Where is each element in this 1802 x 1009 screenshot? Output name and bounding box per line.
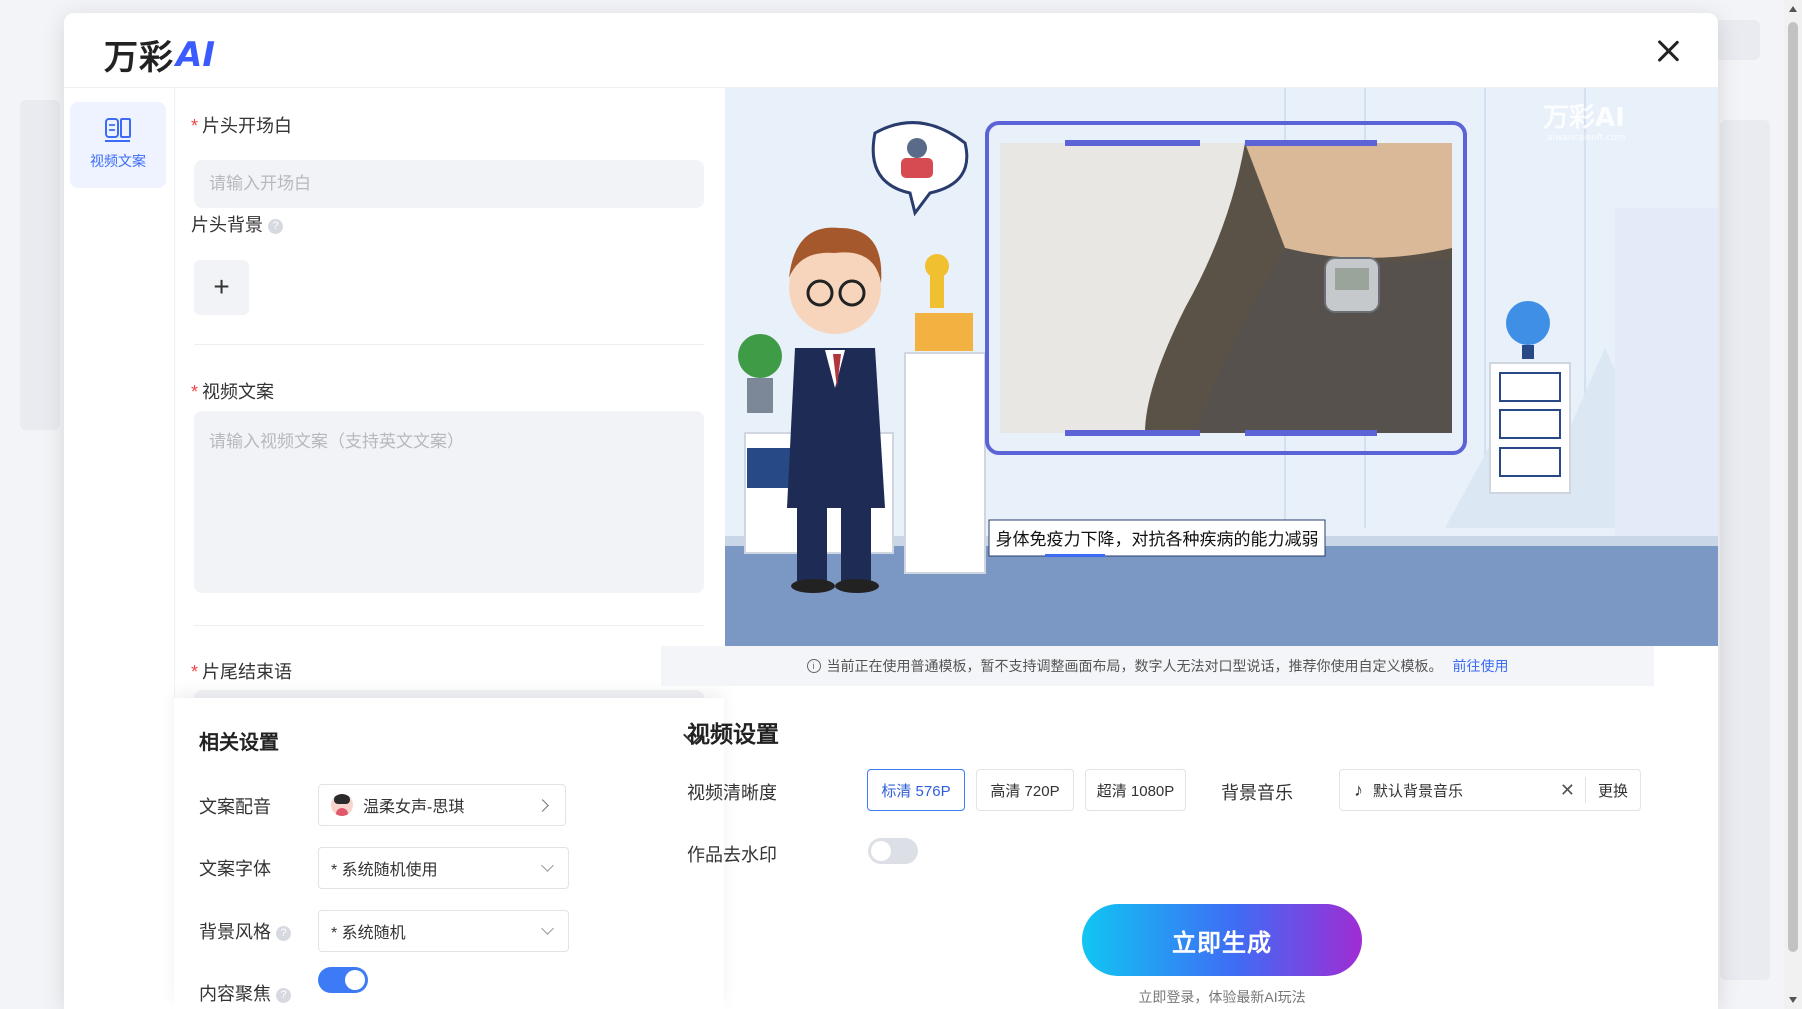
script-label-text: 视频文案 [202, 382, 275, 402]
template-notice: i 当前正在使用普通模板，暂不支持调整画面布局，数字人无法对口型说话，推荐你使用… [661, 646, 1654, 686]
script-textarea[interactable] [194, 411, 704, 593]
logo-ai-mark: AI [176, 34, 215, 75]
music-value: 默认背景音乐 [1373, 782, 1464, 800]
ending-label: * 片尾结束语 [191, 658, 292, 684]
music-note-icon: ♪ [1354, 779, 1363, 800]
required-mark: * [191, 382, 199, 402]
notice-text: 当前正在使用普通模板，暂不支持调整画面布局，数字人无法对口型说话，推荐你使用自定… [826, 658, 1443, 674]
style-label: 背景风格? [199, 918, 291, 944]
generate-subtext[interactable]: 立即登录，体验最新AI玩法 [1082, 987, 1362, 1007]
settings-title: 相关设置 [199, 732, 279, 754]
preview-subtitle: 身体免疫力下降，对抗各种疾病的能力减弱 [996, 530, 1319, 550]
style-value: * 系统随机 [331, 925, 406, 942]
script-form: *片头开场白 片头背景? + *视频文案 *片尾结束语 [174, 88, 724, 698]
quality-label: 视频清晰度 [687, 783, 777, 803]
notice-link[interactable]: 前往使用 [1453, 656, 1509, 676]
preview-watermark: 万彩AI [1543, 103, 1625, 133]
bg-label-text: 片头背景 [191, 215, 263, 235]
focus-label: 内容聚焦? [199, 980, 291, 1006]
video-settings-title: 视频设置 [687, 721, 779, 747]
ending-label-text: 片尾结束语 [202, 662, 293, 682]
modal-header: 万彩 AI [64, 13, 1718, 88]
sidebar: 视频文案 [64, 88, 175, 1009]
page-scrollbar[interactable] [1784, 0, 1802, 1009]
logo-text: 万彩 [104, 38, 174, 78]
voice-select[interactable]: 温柔女声-思琪 [318, 784, 566, 826]
style-select[interactable]: * 系统随机 [318, 910, 569, 952]
brand-logo: 万彩 AI [104, 30, 215, 79]
help-icon[interactable]: ? [268, 218, 283, 234]
font-value: * 系统随机使用 [331, 862, 438, 879]
sidebar-item-label: 视频文案 [90, 153, 146, 169]
music-selector: ♪ 默认背景音乐 ✕ 更换 [1339, 769, 1641, 811]
scroll-down-icon[interactable] [1789, 997, 1797, 1003]
quality-1080p-button[interactable]: 超清 1080P [1085, 769, 1186, 811]
bg-label: 片头背景? [191, 211, 283, 237]
background-ghost [1720, 120, 1770, 980]
generate-button[interactable]: 立即生成 [1082, 904, 1362, 976]
opening-label: * 片头开场白 [191, 112, 292, 138]
help-icon[interactable]: ? [276, 987, 291, 1003]
clear-music-icon[interactable]: ✕ [1560, 780, 1575, 801]
chevron-down-icon [541, 859, 554, 872]
change-music-button[interactable]: 更换 [1586, 780, 1640, 801]
font-select[interactable]: * 系统随机使用 [318, 847, 569, 889]
avatar [331, 794, 353, 816]
music-label: 背景音乐 [1221, 783, 1293, 803]
required-mark: * [191, 662, 199, 682]
ending-input[interactable] [194, 690, 704, 698]
divider [194, 344, 704, 345]
scrollbar-thumb[interactable] [1788, 22, 1798, 952]
style-label-text: 背景风格 [199, 922, 271, 942]
content-focus-toggle[interactable] [318, 967, 368, 993]
close-icon[interactable] [1652, 35, 1684, 67]
info-icon: i [806, 659, 821, 673]
script-label: * 视频文案 [191, 378, 274, 404]
video-preview: 万彩AI aiwancaisoft.com 身体免疫力下降，对抗各种疾病的能力减… [725, 88, 1718, 646]
voice-label: 文案配音 [199, 797, 271, 817]
sidebar-item-video-script[interactable]: 视频文案 [70, 102, 166, 188]
scroll-up-icon[interactable] [1789, 6, 1797, 12]
quality-576p-button[interactable]: 标清 576P [867, 769, 965, 811]
help-icon[interactable]: ? [276, 925, 291, 941]
add-background-button[interactable]: + [194, 260, 249, 315]
opening-label-text: 片头开场白 [202, 116, 293, 136]
required-mark: * [191, 116, 199, 136]
focus-label-text: 内容聚焦 [199, 984, 271, 1004]
quality-720p-button[interactable]: 高清 720P [976, 769, 1074, 811]
watermark-label: 作品去水印 [687, 845, 777, 865]
chevron-down-icon [541, 922, 554, 935]
divider [194, 625, 704, 626]
chevron-right-icon [536, 799, 549, 812]
related-settings-panel: 相关设置 文案配音 温柔女声-思琪 文案字体 * 系统随机使用 背景风格? * … [174, 698, 724, 1009]
voice-value: 温柔女声-思琪 [363, 799, 465, 816]
preview-watermark-sub: aiwancaisoft.com [1547, 133, 1625, 143]
mic-script-icon [70, 116, 166, 149]
preview-scene: 万彩AI aiwancaisoft.com 身体免疫力下降，对抗各种疾病的能力减… [725, 88, 1718, 646]
video-generation-modal: 万彩 AI 视频文案 *片头开场白 片头背景? + *视频文案 [64, 13, 1718, 1009]
font-label: 文案字体 [199, 859, 271, 879]
opening-input[interactable] [194, 160, 704, 208]
background-ghost [20, 100, 60, 430]
remove-watermark-toggle[interactable] [868, 838, 918, 864]
